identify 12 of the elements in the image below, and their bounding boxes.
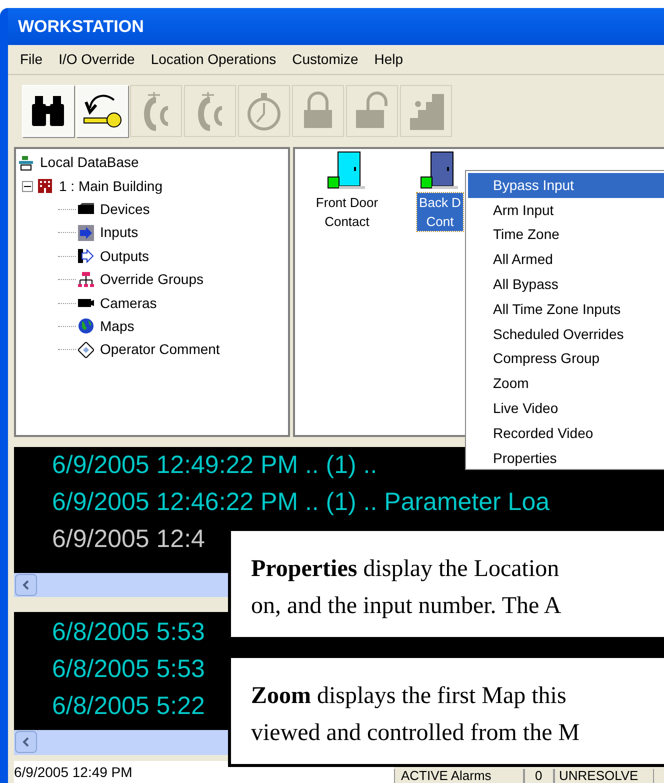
callout-text: Zoom displays the first Map this viewed and controlled from the M xyxy=(251,682,580,748)
callout-text: Properties display the Location on, and the input number. The A xyxy=(251,555,562,621)
log-entry: 6/8/2005 5:53 xyxy=(52,617,205,648)
log-entry: 6/9/2005 12:46:22 PM .. (1) .. Parameter Loa xyxy=(52,487,550,518)
log-entry: 6/8/2005 5:53 xyxy=(52,654,205,685)
status-label: ACTIVE Alarms xyxy=(394,769,524,783)
status-count: 0 xyxy=(524,769,554,783)
status-field: UNRESOLVE xyxy=(554,769,654,783)
log-entry: 6/9/2005 12:49:22 PM .. (1) .. xyxy=(52,450,378,481)
window-title: WORKSTATION xyxy=(18,16,144,38)
log-entry: 6/9/2005 12:4 xyxy=(52,524,205,555)
log-entry: 6/8/2005 5:22 xyxy=(52,691,205,722)
